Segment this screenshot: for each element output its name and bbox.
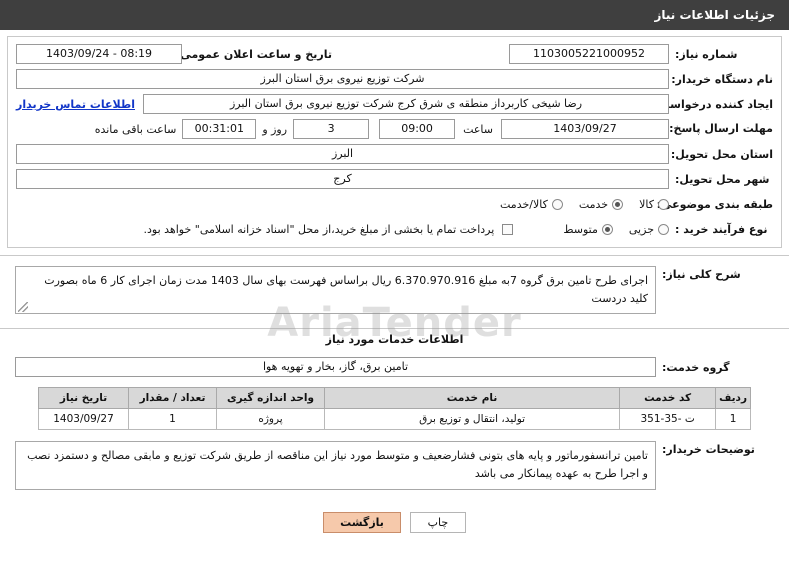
radio-icon-kala-khedmat[interactable] xyxy=(551,198,563,210)
services-section-title: اطلاعات خدمات مورد نیاز xyxy=(325,333,464,347)
checkbox-icon-payment-note[interactable] xyxy=(502,223,514,235)
process-option-jozee[interactable]: جزیی xyxy=(629,223,669,236)
summary-text: اجرای طرح تامین برق گروه 7به مبلغ 6.370.… xyxy=(44,274,648,306)
page-root: جزئیات اطلاعات نیاز AriaTender شماره نیا… xyxy=(0,0,789,566)
remaining-time-label: ساعت باقی مانده xyxy=(94,122,177,136)
deadline-time-label: ساعت xyxy=(463,122,493,136)
cell-unit: پروژه xyxy=(216,408,325,431)
buyer-org-label: نام دستگاه خریدار: xyxy=(671,72,773,86)
service-group-value: تامین برق، گاز، بخار و تهویه هوا xyxy=(15,357,656,378)
deadline-label: مهلت ارسال پاسخ: تا تاریخ: xyxy=(622,122,773,136)
col-date: تاریخ نیاز xyxy=(38,387,129,410)
action-button-bar: چاپ بازگشت xyxy=(0,511,789,533)
service-group-panel: گروه خدمت: تامین برق، گاز، بخار و تهویه … xyxy=(7,357,782,384)
deadline-date-value: 1403/09/27 xyxy=(501,119,669,139)
resize-grip-icon[interactable] xyxy=(18,302,28,313)
province-value: البرز xyxy=(16,144,669,164)
requester-value: رضا شیخی کاربرداز منطقه ی شرق کرج شرکت ت… xyxy=(143,94,669,114)
city-value: کرج xyxy=(16,169,669,189)
col-row: ردیف xyxy=(715,387,751,410)
announce-datetime-value: 1403/09/24 - 08:19 xyxy=(16,44,182,64)
row-buyer-org: نام دستگاه خریدار: شرکت توزیع نیروی برق … xyxy=(16,69,773,89)
city-label: شهر محل تحویل: xyxy=(675,172,770,186)
buyer-notes-text: تامین ترانسفورماتور و پایه های بتونی فشا… xyxy=(27,449,648,481)
remaining-days-value: 3 xyxy=(293,119,370,139)
row-summary: شرح کلی نیاز: اجرای طرح تامین برق گروه 7… xyxy=(15,266,774,315)
process-option-jozee-label: جزیی xyxy=(628,222,654,236)
services-table-wrap: ردیف کد خدمت نام خدمت واحد اندازه گیری ت… xyxy=(38,387,751,431)
requester-label: ایجاد کننده درخواست: xyxy=(654,97,773,111)
col-unit: واحد اندازه گیری xyxy=(216,387,325,410)
deadline-time-value: 09:00 xyxy=(379,119,456,139)
summary-text-box[interactable]: اجرای طرح تامین برق گروه 7به مبلغ 6.370.… xyxy=(15,266,656,315)
buyer-notes-panel: توضیحات خریدار: تامین ترانسفورماتور و پا… xyxy=(7,436,782,502)
cell-date: 1403/09/27 xyxy=(38,408,129,431)
table-header-row: ردیف کد خدمت نام خدمت واحد اندازه گیری ت… xyxy=(38,387,751,410)
row-city: شهر محل تحویل: کرج xyxy=(16,169,773,189)
category-option-khedmat[interactable]: خدمت xyxy=(578,197,624,211)
cell-name: تولید، انتقال و توزیع برق xyxy=(323,408,621,431)
cell-code: ت -35-351 xyxy=(619,408,717,431)
row-category: طبقه بندی موضوعی: کالا خدمت کالا/خدمت xyxy=(16,194,773,214)
radio-icon-khedmat[interactable] xyxy=(612,198,624,210)
service-group-label: گروه خدمت: xyxy=(662,360,730,374)
buyer-notes-label: توضیحات خریدار: xyxy=(662,443,755,457)
radio-icon-motevaset[interactable] xyxy=(601,223,613,235)
cell-qty: 1 xyxy=(128,408,217,431)
category-label: طبقه بندی موضوعی: xyxy=(656,197,773,211)
category-option-kala-label: کالا xyxy=(639,197,654,211)
services-table: ردیف کد خدمت نام خدمت واحد اندازه گیری ت… xyxy=(38,387,751,431)
row-buyer-notes: توضیحات خریدار: تامین ترانسفورماتور و پا… xyxy=(15,441,774,490)
col-qty: تعداد / مقدار xyxy=(128,387,217,410)
need-number-label: شماره نیاز: xyxy=(675,47,738,61)
need-info-panel: شماره نیاز: 1103005221000952 تاریخ و ساع… xyxy=(7,36,782,248)
summary-label: شرح کلی نیاز: xyxy=(662,268,741,281)
col-name: نام خدمت xyxy=(323,387,621,410)
payment-note-checkbox-group[interactable]: پرداخت تمام یا بخشی از مبلغ خرید،از محل … xyxy=(144,223,514,236)
radio-icon-jozee[interactable] xyxy=(658,223,669,235)
row-requester: ایجاد کننده درخواست: رضا شیخی کاربرداز م… xyxy=(16,94,773,114)
back-button[interactable]: بازگشت xyxy=(323,511,401,533)
process-option-motevaset[interactable]: متوسط xyxy=(563,223,613,236)
radio-icon-kala[interactable] xyxy=(658,198,669,210)
remaining-time-value: 00:31:01 xyxy=(182,119,257,139)
payment-note-label: پرداخت تمام یا بخشی از مبلغ خرید،از محل … xyxy=(143,222,495,236)
window-titlebar: جزئیات اطلاعات نیاز xyxy=(0,0,789,30)
process-option-motevaset-label: متوسط xyxy=(563,222,598,236)
announce-datetime-label: تاریخ و ساعت اعلان عمومی: xyxy=(175,47,332,61)
province-label: استان محل تحویل: xyxy=(670,147,773,161)
category-option-khedmat-label: خدمت xyxy=(578,197,609,211)
category-option-kala-khedmat-label: کالا/خدمت xyxy=(500,197,548,211)
buyer-org-value: شرکت توزیع نیروی برق استان البرز xyxy=(16,69,669,89)
row-province: استان محل تحویل: البرز xyxy=(16,144,773,164)
print-button[interactable]: چاپ xyxy=(409,511,466,533)
row-deadline: مهلت ارسال پاسخ: تا تاریخ: 1403/09/27 سا… xyxy=(16,119,773,139)
buyer-contact-link[interactable]: اطلاعات تماس خریدار xyxy=(16,98,135,111)
category-option-kala[interactable]: کالا xyxy=(639,198,669,211)
row-need-number: شماره نیاز: 1103005221000952 تاریخ و ساع… xyxy=(16,44,773,64)
summary-panel: شرح کلی نیاز: اجرای طرح تامین برق گروه 7… xyxy=(7,261,782,327)
page-title: جزئیات اطلاعات نیاز xyxy=(654,8,775,22)
need-number-value: 1103005221000952 xyxy=(509,44,669,64)
buyer-notes-text-box[interactable]: تامین ترانسفورماتور و پایه های بتونی فشا… xyxy=(15,441,656,490)
row-process-type: نوع فرآیند خرید : جزیی متوسط پرداخت تمام… xyxy=(16,219,773,239)
col-code: کد خدمت xyxy=(619,387,717,410)
category-option-kala-khedmat[interactable]: کالا/خدمت xyxy=(500,198,563,211)
cell-row: 1 xyxy=(715,408,751,431)
row-service-group: گروه خدمت: تامین برق، گاز، بخار و تهویه … xyxy=(15,357,774,378)
remaining-days-label: روز و xyxy=(262,122,288,136)
process-label: نوع فرآیند خرید : xyxy=(675,222,768,236)
table-row: 1 ت -35-351 تولید، انتقال و توزیع برق پر… xyxy=(38,408,751,431)
divider-after-info xyxy=(0,255,789,256)
